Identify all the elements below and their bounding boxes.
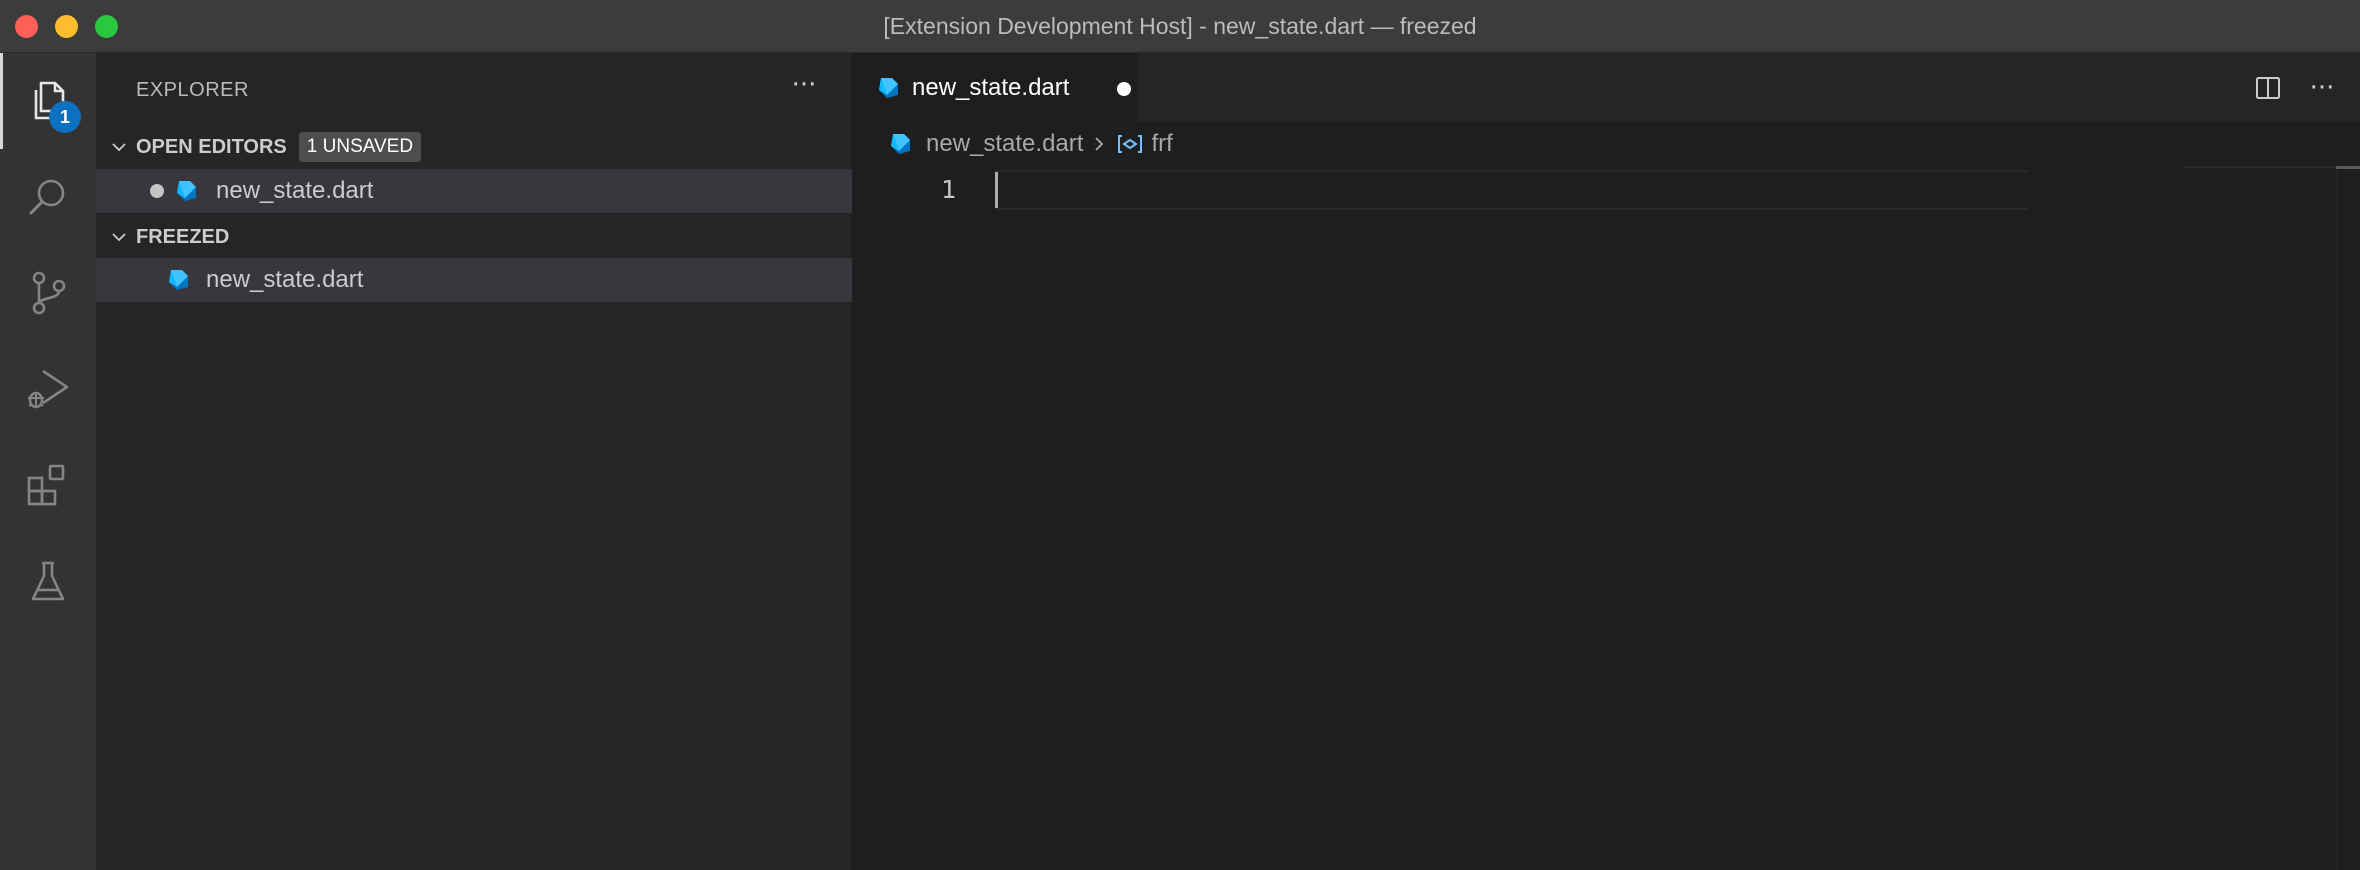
text-cursor <box>995 172 998 208</box>
open-editor-filename: new_state.dart <box>216 177 374 204</box>
open-editors-section[interactable]: OPEN EDITORS 1 UNSAVED <box>96 127 852 167</box>
editor-more-button[interactable]: ··· <box>2298 64 2346 112</box>
current-line-highlight <box>995 170 2028 210</box>
beaker-icon <box>31 561 65 601</box>
unsaved-badge: 1 UNSAVED <box>298 132 422 162</box>
activity-source-control[interactable] <box>0 245 96 341</box>
window-title: [Extension Development Host] - new_state… <box>883 13 1477 39</box>
workspace-file-item[interactable]: new_state.dart <box>96 258 852 302</box>
extensions-icon <box>27 464 65 506</box>
dart-file-icon <box>164 266 192 294</box>
tab-new-state-dart[interactable]: new_state.dart <box>852 53 1138 122</box>
breadcrumb-file[interactable]: new_state.dart <box>926 130 1083 158</box>
search-icon <box>29 179 65 215</box>
sidebar-title: EXPLORER <box>136 79 249 101</box>
line-number: 1 <box>940 175 956 204</box>
activity-extensions[interactable] <box>0 437 96 533</box>
chevron-down-icon <box>104 132 134 162</box>
breadcrumb-symbol[interactable]: frf <box>1151 130 1172 158</box>
chevron-right-icon <box>1087 132 1111 156</box>
sidebar-more-button[interactable]: ··· <box>787 72 821 105</box>
dirty-dot-icon[interactable] <box>150 184 164 198</box>
scrollbar-marker <box>2336 166 2360 169</box>
workspace-section[interactable]: FREEZED <box>96 217 852 257</box>
split-editor-icon <box>2256 76 2280 99</box>
source-control-icon <box>32 271 66 315</box>
workspace-filename: new_state.dart <box>206 266 364 293</box>
symbol-variable-icon <box>1115 129 1145 159</box>
open-editor-item[interactable]: new_state.dart <box>96 169 852 213</box>
open-editors-label: OPEN EDITORS <box>136 135 287 158</box>
activity-bar: 1 <box>0 53 96 870</box>
dart-file-icon <box>874 74 902 102</box>
code-editor[interactable]: 1 <box>852 166 2360 870</box>
breadcrumb: new_state.dart frf <box>852 122 2360 166</box>
workspace-label: FREEZED <box>136 225 230 248</box>
tab-dirty-dot-icon[interactable] <box>1117 82 1131 96</box>
minimap-slider[interactable] <box>2184 166 2360 168</box>
activity-run-debug[interactable] <box>0 341 96 437</box>
chevron-down-icon <box>104 222 134 252</box>
editor-tab-bar: new_state.dart ··· <box>852 53 2360 122</box>
tab-label: new_state.dart <box>912 73 1070 101</box>
activity-testing[interactable] <box>0 533 96 629</box>
split-editor-button[interactable] <box>2244 64 2292 112</box>
editor-actions: ··· <box>2244 53 2360 122</box>
title-bar: [Extension Development Host] - new_state… <box>0 0 2360 53</box>
dart-file-icon <box>886 130 914 158</box>
explorer-badge: 1 <box>49 101 81 133</box>
run-debug-icon <box>28 369 69 409</box>
activity-search[interactable] <box>0 149 96 245</box>
activity-explorer[interactable]: 1 <box>0 53 96 149</box>
explorer-sidebar: EXPLORER ··· OPEN EDITORS 1 UNSAVED new_… <box>96 53 852 870</box>
dart-file-icon <box>172 177 200 205</box>
vertical-scrollbar[interactable] <box>2336 166 2360 870</box>
